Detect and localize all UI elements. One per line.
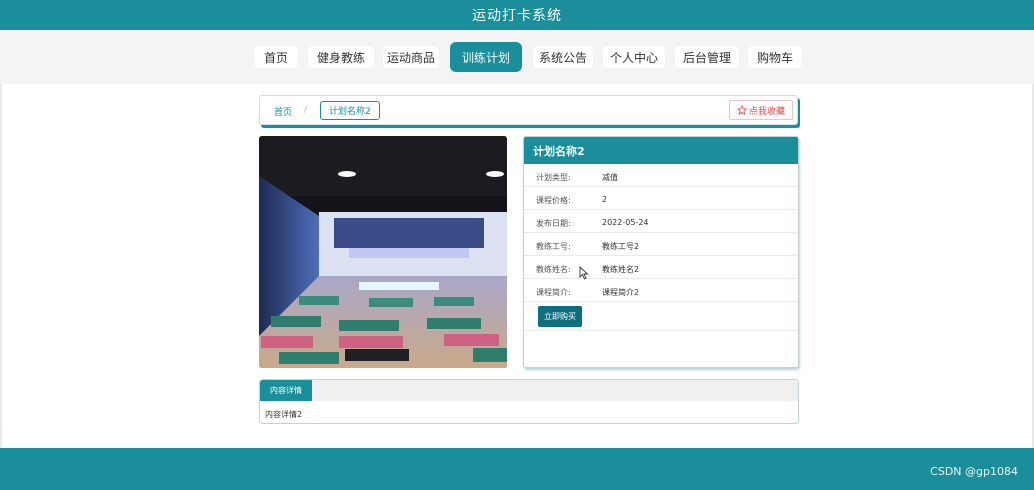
footer	[0, 448, 1034, 490]
breadcrumb-current: 计划名称2	[320, 101, 380, 120]
nav-item-coaches[interactable]: 健身教练	[308, 46, 374, 68]
detail-value: 课程简介2	[602, 288, 640, 297]
star-outline-icon	[736, 105, 747, 115]
buy-row: 立即购买	[524, 302, 798, 331]
breadcrumb-separator: /	[304, 105, 308, 115]
main-nav: 首页 健身教练 运动商品 训练计划 系统公告 个人中心 后台管理 购物车	[0, 42, 1034, 72]
plan-title: 计划名称2	[524, 137, 798, 164]
detail-label: 计划类型:	[536, 173, 571, 182]
favorite-button[interactable]: 点我收藏	[728, 100, 793, 120]
site-title: 运动打卡系统	[472, 8, 562, 24]
breadcrumb-home-link[interactable]: 首页	[274, 105, 292, 118]
buy-now-button[interactable]: 立即购买	[538, 306, 582, 327]
detail-row-plan-type: 计划类型: 减值	[524, 164, 798, 187]
detail-label: 教练工号:	[536, 242, 571, 251]
nav-item-products[interactable]: 运动商品	[383, 46, 439, 68]
detail-row-coach-name: 教练姓名: 教练姓名2	[524, 256, 798, 279]
nav-item-announcements[interactable]: 系统公告	[533, 46, 593, 68]
plan-detail-card: 计划名称2 计划类型: 减值 课程价格: 2 发布日期: 2022-05-24 …	[523, 136, 799, 368]
breadcrumb: 首页 / 计划名称2 点我收藏	[259, 95, 798, 125]
nav-item-training-plans[interactable]: 训练计划	[450, 42, 522, 72]
detail-value: 减值	[602, 173, 618, 182]
detail-value: 2	[602, 195, 608, 204]
favorite-label: 点我收藏	[748, 106, 785, 117]
detail-label: 课程价格:	[536, 196, 571, 205]
left-edge	[0, 84, 2, 448]
mouse-cursor-icon	[579, 266, 589, 280]
nav-item-personal-center[interactable]: 个人中心	[603, 46, 665, 68]
detail-row-publish-date: 发布日期: 2022-05-24	[524, 210, 798, 233]
detail-label: 课程简介:	[536, 288, 571, 297]
watermark: CSDN @gp1084	[930, 465, 1018, 478]
tabs-bar	[260, 380, 798, 401]
detail-row-course-intro: 课程简介: 课程简介2	[524, 279, 798, 302]
detail-row-price: 课程价格: 2	[524, 187, 798, 210]
plan-image	[259, 136, 507, 368]
site-header: 运动打卡系统	[0, 0, 1034, 30]
detail-value: 教练姓名2	[602, 265, 640, 274]
nav-item-home[interactable]: 首页	[254, 46, 298, 68]
tab-content-details[interactable]: 内容详情	[260, 380, 312, 401]
tab-content-text: 内容详情2	[265, 410, 303, 419]
detail-value: 2022-05-24	[602, 218, 649, 227]
nav-item-cart[interactable]: 购物车	[748, 46, 802, 68]
content-tabs: 内容详情 内容详情2	[259, 379, 799, 424]
detail-label: 教练姓名:	[536, 265, 571, 274]
detail-row-coach-id: 教练工号: 教练工号2	[524, 233, 798, 256]
nav-item-admin[interactable]: 后台管理	[675, 46, 739, 68]
detail-label: 发布日期:	[536, 219, 571, 228]
detail-value: 教练工号2	[602, 242, 640, 251]
